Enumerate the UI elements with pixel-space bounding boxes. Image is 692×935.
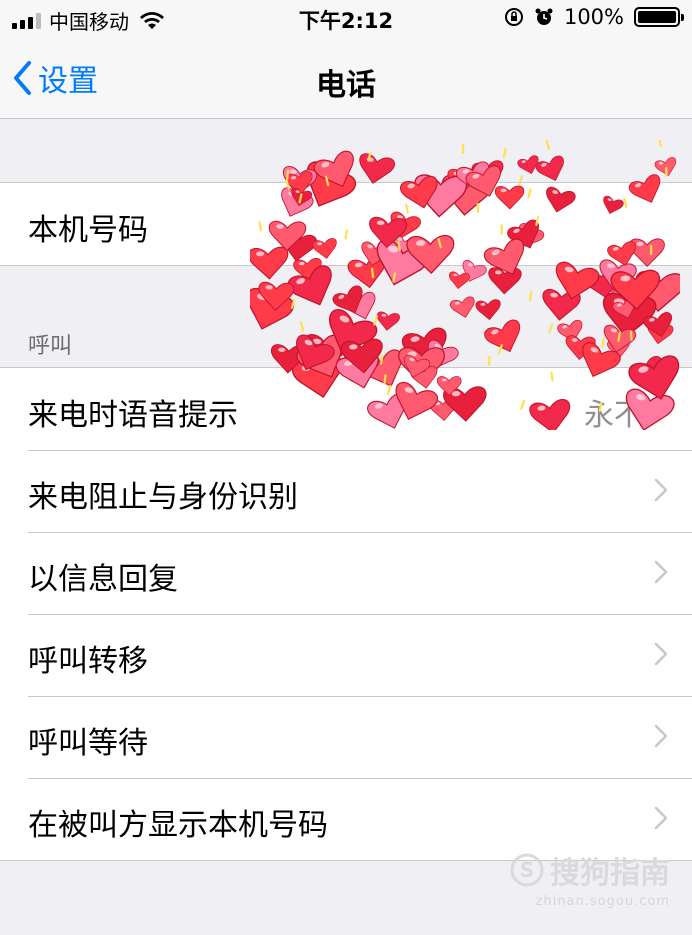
sparkle-stroke	[299, 321, 305, 332]
heart-sticker	[603, 274, 633, 299]
sparkle-stroke	[545, 140, 550, 151]
row-value: 永不	[584, 398, 644, 433]
my-number-label: 本机号码	[28, 213, 148, 248]
heart-sticker	[635, 271, 680, 312]
heart-sticker	[332, 285, 363, 314]
heart-sticker	[376, 311, 400, 331]
battery-percent: 100%	[563, 5, 624, 29]
alarm-icon	[535, 8, 553, 25]
heart-sticker	[250, 287, 294, 330]
row-call-blocking[interactable]: 来电阻止与身份识别	[0, 450, 692, 532]
sparkle-stroke	[502, 147, 507, 158]
heart-sticker	[542, 288, 581, 321]
watermark-brand: 搜狗指南	[550, 856, 670, 891]
heart-sticker	[610, 269, 661, 311]
sparkle-stroke	[629, 330, 633, 341]
svg-text:S: S	[520, 858, 534, 882]
chevron-right-icon	[654, 642, 668, 666]
sparkle-stroke	[617, 331, 621, 342]
navigation-bar: 设置 电话	[0, 38, 692, 119]
row-announce-calls[interactable]: 来电时语音提示 永不	[0, 368, 692, 450]
my-number-row[interactable]: 本机号码	[0, 183, 692, 265]
chevron-right-icon	[654, 806, 668, 830]
row-label: 在被叫方显示本机号码	[28, 808, 328, 843]
page-title: 电话	[316, 68, 376, 103]
sparkle-stroke	[370, 267, 375, 278]
sparkle-stroke	[392, 272, 397, 283]
heart-sticker	[555, 261, 600, 300]
heart-sticker	[401, 327, 447, 367]
sparkle-stroke	[497, 344, 503, 355]
heart-sticker	[449, 271, 470, 290]
row-label: 来电时语音提示	[28, 398, 238, 433]
section-header-calls: 呼叫	[28, 334, 73, 359]
sogou-watermark: S 搜狗指南 zhinan.sogou.com	[510, 848, 670, 909]
chevron-right-icon	[654, 724, 668, 748]
orientation-lock-icon	[504, 8, 523, 26]
status-right: 100%	[504, 5, 684, 29]
row-call-forwarding[interactable]: 呼叫转移	[0, 614, 692, 696]
row-label: 以信息回复	[28, 562, 178, 597]
chevron-right-icon	[654, 478, 668, 502]
sogou-logo-icon: S	[510, 853, 544, 887]
sparkle-stroke	[373, 315, 379, 326]
heart-sticker	[517, 155, 539, 175]
my-number-group: 本机号码	[0, 182, 692, 266]
heart-sticker	[647, 322, 674, 345]
row-label: 呼叫等待	[28, 726, 148, 761]
row-respond-with-text[interactable]: 以信息回复	[0, 532, 692, 614]
heart-sticker	[654, 157, 677, 177]
chevron-right-icon	[654, 560, 668, 584]
calls-group: 来电时语音提示 永不 来电阻止与身份识别 以信息回复 呼叫转移 呼叫等待 在被叫…	[0, 367, 692, 861]
heart-sticker	[258, 281, 295, 311]
watermark-url: zhinan.sogou.com	[535, 894, 670, 909]
status-bar: 中国移动 下午2:12 100%	[0, 0, 692, 38]
heart-sticker	[607, 338, 630, 358]
heart-sticker	[287, 265, 332, 306]
heart-sticker	[612, 297, 636, 319]
heart-sticker	[475, 299, 501, 321]
sparkle-stroke	[528, 291, 533, 302]
sparkle-stroke	[367, 151, 372, 162]
sparkle-stroke	[548, 323, 554, 334]
heart-sticker	[295, 272, 329, 303]
row-call-waiting[interactable]: 呼叫等待	[0, 696, 692, 778]
heart-sticker	[344, 291, 376, 320]
sparkle-stroke	[291, 298, 296, 309]
row-label: 来电阻止与身份识别	[28, 480, 298, 515]
heart-sticker	[345, 326, 372, 348]
heart-sticker	[535, 155, 564, 181]
heart-sticker	[565, 335, 596, 360]
battery-icon	[634, 7, 684, 27]
heart-sticker	[602, 292, 657, 338]
sparkle-stroke	[658, 140, 663, 148]
heart-sticker	[450, 296, 475, 318]
heart-sticker	[329, 309, 378, 354]
heart-sticker	[584, 268, 620, 299]
sparkle-stroke	[380, 354, 384, 365]
sparkle-stroke	[286, 169, 290, 180]
watermark-logo: S 搜狗指南	[510, 848, 670, 892]
chevron-right-icon	[654, 396, 668, 420]
sparkle-stroke	[601, 337, 605, 348]
heart-sticker	[603, 324, 637, 353]
heart-sticker	[484, 319, 521, 353]
heart-sticker	[643, 312, 672, 338]
heart-sticker	[488, 267, 522, 295]
heart-sticker	[557, 319, 583, 342]
row-label: 呼叫转移	[28, 644, 148, 679]
